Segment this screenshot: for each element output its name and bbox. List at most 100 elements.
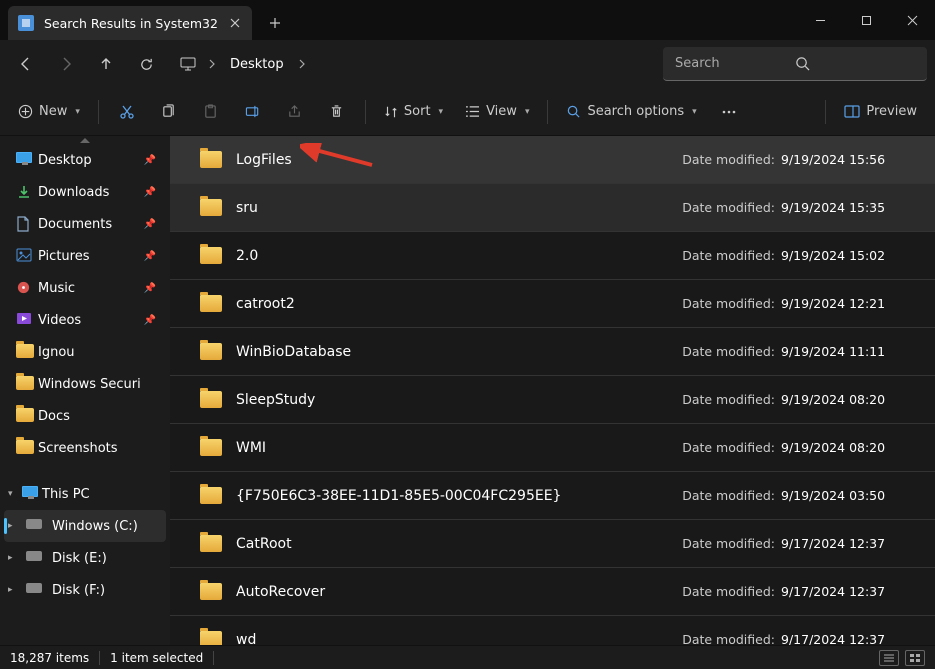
sidebar-item-label: Windows Securi bbox=[38, 377, 141, 392]
chevron-down-icon: ▾ bbox=[525, 107, 530, 117]
chevron-down-icon: ▾ bbox=[75, 107, 80, 117]
file-row[interactable]: wdDate modified:9/17/2024 12:37 bbox=[170, 616, 935, 645]
separator bbox=[98, 100, 99, 124]
sidebar-item[interactable]: Videos📌 bbox=[4, 304, 166, 336]
file-name: {F750E6C3-38EE-11D1-85E5-00C04FC295EE} bbox=[236, 488, 682, 504]
folder-icon bbox=[200, 583, 222, 600]
rename-button[interactable] bbox=[233, 94, 273, 130]
nav-bar: Desktop Search bbox=[0, 40, 935, 88]
sort-button[interactable]: Sort ▾ bbox=[374, 94, 453, 130]
date-modified-label: Date modified: bbox=[682, 200, 775, 215]
sidebar-item-drive[interactable]: ▸Disk (E:) bbox=[4, 542, 166, 574]
up-button[interactable] bbox=[88, 46, 124, 82]
copy-button[interactable] bbox=[149, 94, 189, 130]
file-date: 9/19/2024 15:35 bbox=[781, 200, 911, 215]
folder-icon bbox=[200, 487, 222, 504]
sidebar-label: This PC bbox=[42, 487, 90, 502]
folder-icon bbox=[200, 631, 222, 645]
file-row[interactable]: LogFilesDate modified:9/19/2024 15:56 bbox=[170, 136, 935, 184]
search-icon bbox=[795, 56, 915, 71]
more-button[interactable] bbox=[709, 94, 749, 130]
sidebar-item[interactable]: Screenshots bbox=[4, 432, 166, 464]
new-label: New bbox=[39, 104, 67, 119]
chevron-right-icon bbox=[296, 59, 308, 69]
folder-icon bbox=[200, 151, 222, 168]
sidebar: Desktop📌Downloads📌Documents📌 Pictures 📌 Mus… bbox=[0, 136, 170, 645]
sidebar-item[interactable]: Music📌 bbox=[4, 272, 166, 304]
sidebar-item-label: Music bbox=[38, 281, 75, 296]
file-row[interactable]: CatRootDate modified:9/17/2024 12:37 bbox=[170, 520, 935, 568]
tab-title: Search Results in System32 bbox=[44, 16, 218, 31]
forward-button[interactable] bbox=[48, 46, 84, 82]
file-row[interactable]: AutoRecoverDate modified:9/17/2024 12:37 bbox=[170, 568, 935, 616]
date-modified-label: Date modified: bbox=[682, 488, 775, 503]
minimize-button[interactable] bbox=[797, 0, 843, 40]
breadcrumb-segment[interactable]: Desktop bbox=[222, 53, 292, 76]
file-name: AutoRecover bbox=[236, 584, 682, 600]
desktop-icon bbox=[16, 152, 32, 168]
folder-icon bbox=[200, 391, 222, 408]
details-view-button[interactable] bbox=[879, 650, 899, 666]
separator bbox=[547, 100, 548, 124]
file-row[interactable]: WinBioDatabaseDate modified:9/19/2024 11… bbox=[170, 328, 935, 376]
date-modified-label: Date modified: bbox=[682, 152, 775, 167]
file-date: 9/19/2024 15:56 bbox=[781, 152, 911, 167]
pin-icon: 📌 bbox=[144, 155, 156, 166]
folder-icon bbox=[200, 295, 222, 312]
date-modified-label: Date modified: bbox=[682, 584, 775, 599]
sidebar-item-drive[interactable]: ▸Windows (C:) bbox=[4, 510, 166, 542]
sidebar-item[interactable]: Desktop📌 bbox=[4, 144, 166, 176]
file-name: SleepStudy bbox=[236, 392, 682, 408]
sidebar-item-this-pc[interactable]: ▾ This PC bbox=[4, 478, 166, 510]
chevron-down-icon: ▾ bbox=[439, 107, 444, 117]
back-button[interactable] bbox=[8, 46, 44, 82]
disk-icon bbox=[26, 582, 42, 598]
folder-icon bbox=[200, 535, 222, 552]
new-tab-button[interactable] bbox=[258, 6, 292, 40]
file-row[interactable]: 2.0Date modified:9/19/2024 15:02 bbox=[170, 232, 935, 280]
delete-button[interactable] bbox=[317, 94, 357, 130]
close-window-button[interactable] bbox=[889, 0, 935, 40]
pin-icon: 📌 bbox=[144, 219, 156, 230]
sidebar-item[interactable]: Pictures 📌 bbox=[4, 240, 166, 272]
sidebar-item-label: Pictures bbox=[38, 249, 89, 264]
file-row[interactable]: SleepStudyDate modified:9/19/2024 08:20 bbox=[170, 376, 935, 424]
search-options-button[interactable]: Search options ▾ bbox=[556, 94, 706, 130]
cut-button[interactable] bbox=[107, 94, 147, 130]
toolbar: New ▾ Sort ▾ View ▾ bbox=[0, 88, 935, 136]
sidebar-item[interactable]: Ignou bbox=[4, 336, 166, 368]
file-row[interactable]: sruDate modified:9/19/2024 15:35 bbox=[170, 184, 935, 232]
window-tab[interactable]: Search Results in System32 bbox=[8, 6, 252, 40]
preview-button[interactable]: Preview bbox=[834, 94, 927, 130]
maximize-button[interactable] bbox=[843, 0, 889, 40]
file-list[interactable]: LogFilesDate modified:9/19/2024 15:56sru… bbox=[170, 136, 935, 645]
sidebar-item-label: Videos bbox=[38, 313, 81, 328]
paste-button[interactable] bbox=[191, 94, 231, 130]
status-bar: 18,287 items 1 item selected bbox=[0, 645, 935, 669]
refresh-button[interactable] bbox=[128, 46, 164, 82]
download-icon bbox=[16, 184, 32, 200]
sidebar-item[interactable]: Docs bbox=[4, 400, 166, 432]
share-button[interactable] bbox=[275, 94, 315, 130]
file-row[interactable]: catroot2Date modified:9/19/2024 12:21 bbox=[170, 280, 935, 328]
folder-search-icon bbox=[18, 15, 34, 31]
file-row[interactable]: WMIDate modified:9/19/2024 08:20 bbox=[170, 424, 935, 472]
separator bbox=[825, 100, 826, 124]
folder-icon bbox=[16, 408, 32, 424]
close-tab-button[interactable] bbox=[228, 16, 242, 30]
disk-icon bbox=[26, 518, 42, 534]
music-icon bbox=[16, 280, 32, 296]
sidebar-item-drive[interactable]: ▸Disk (F:) bbox=[4, 574, 166, 606]
view-button[interactable]: View ▾ bbox=[455, 94, 539, 130]
file-row[interactable]: {F750E6C3-38EE-11D1-85E5-00C04FC295EE}Da… bbox=[170, 472, 935, 520]
address-bar[interactable]: Desktop bbox=[168, 47, 659, 81]
sidebar-item[interactable]: Windows Securi bbox=[4, 368, 166, 400]
search-input[interactable]: Search bbox=[663, 47, 927, 81]
item-count: 18,287 items bbox=[10, 651, 89, 665]
pin-icon: 📌 bbox=[144, 251, 156, 262]
sidebar-item[interactable]: Documents📌 bbox=[4, 208, 166, 240]
sidebar-item[interactable]: Downloads📌 bbox=[4, 176, 166, 208]
preview-label: Preview bbox=[866, 104, 917, 119]
new-button[interactable]: New ▾ bbox=[8, 94, 90, 130]
thumbnails-view-button[interactable] bbox=[905, 650, 925, 666]
